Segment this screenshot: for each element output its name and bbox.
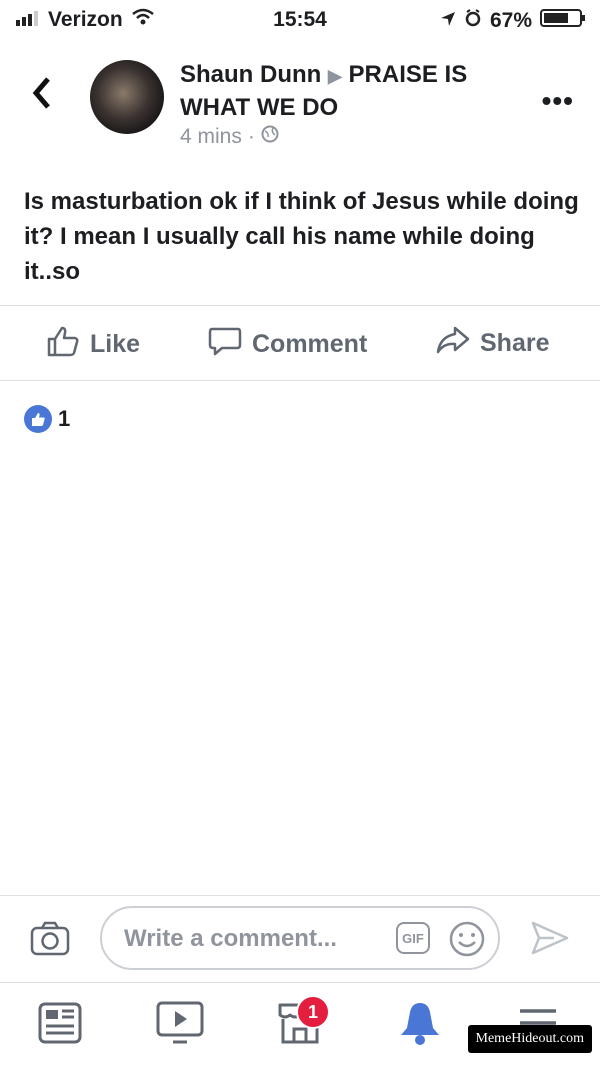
- tab-watch[interactable]: [150, 997, 210, 1053]
- post-text: Is masturbation ok if I think of Jesus w…: [24, 188, 579, 285]
- post-actions: Like Comment Share: [0, 325, 600, 365]
- wifi-icon: [131, 8, 155, 32]
- globe-icon: [261, 125, 279, 149]
- comment-composer: GIF: [0, 898, 600, 980]
- divider: [0, 895, 600, 896]
- battery-icon: [540, 8, 586, 34]
- post-header: Shaun Dunn ▶ PRAISE IS WHAT WE DO 4 mins…: [0, 55, 600, 165]
- post-author-line: Shaun Dunn ▶ PRAISE IS WHAT WE DO: [180, 59, 520, 124]
- post-meta: 4 mins ·: [180, 125, 279, 149]
- clock: 15:54: [273, 8, 327, 31]
- like-reaction-icon: [24, 405, 52, 433]
- location-icon: [440, 9, 456, 33]
- divider: [0, 380, 600, 381]
- alarm-icon: [464, 9, 482, 33]
- reaction-summary[interactable]: 1: [24, 405, 70, 433]
- news-feed-icon: [37, 1001, 83, 1050]
- carrier-label: Verizon: [48, 8, 123, 31]
- emoji-icon[interactable]: [448, 920, 486, 963]
- like-label: Like: [90, 330, 141, 358]
- share-button[interactable]: Share: [436, 325, 549, 362]
- divider: [0, 305, 600, 306]
- comment-input[interactable]: [122, 922, 376, 956]
- signal-icon: [16, 8, 40, 32]
- author-name[interactable]: Shaun Dunn: [180, 61, 321, 88]
- tab-notifications[interactable]: [390, 997, 450, 1053]
- author-avatar[interactable]: [90, 60, 164, 134]
- meta-separator: ·: [247, 125, 255, 148]
- share-arrow-icon: [436, 325, 470, 362]
- share-label: Share: [480, 329, 550, 357]
- marketplace-badge: 1: [296, 995, 330, 1029]
- gif-button[interactable]: GIF: [396, 922, 430, 954]
- comment-bubble-icon: [208, 325, 242, 364]
- more-options-icon[interactable]: •••: [542, 85, 574, 117]
- comment-label: Comment: [252, 330, 368, 358]
- divider: [0, 982, 600, 983]
- watch-video-icon: [155, 1000, 205, 1051]
- battery-percent: 67%: [489, 9, 532, 32]
- comment-button[interactable]: Comment: [208, 325, 367, 364]
- back-chevron-icon[interactable]: [30, 75, 54, 118]
- bell-icon: [398, 1000, 442, 1051]
- share-to-arrow-icon: ▶: [328, 66, 342, 86]
- like-button[interactable]: Like: [46, 325, 140, 364]
- post-timestamp[interactable]: 4 mins: [180, 125, 242, 149]
- thumbs-up-icon: [46, 325, 80, 364]
- send-icon[interactable]: [530, 920, 570, 961]
- camera-icon[interactable]: [30, 920, 70, 961]
- tab-news-feed[interactable]: [30, 997, 90, 1053]
- status-bar: Verizon 15:54 67%: [0, 0, 600, 40]
- comment-box: GIF: [100, 906, 500, 970]
- tab-marketplace[interactable]: 1: [270, 995, 330, 1053]
- reaction-count: 1: [58, 406, 71, 431]
- watermark: MemeHideout.com: [467, 1025, 592, 1053]
